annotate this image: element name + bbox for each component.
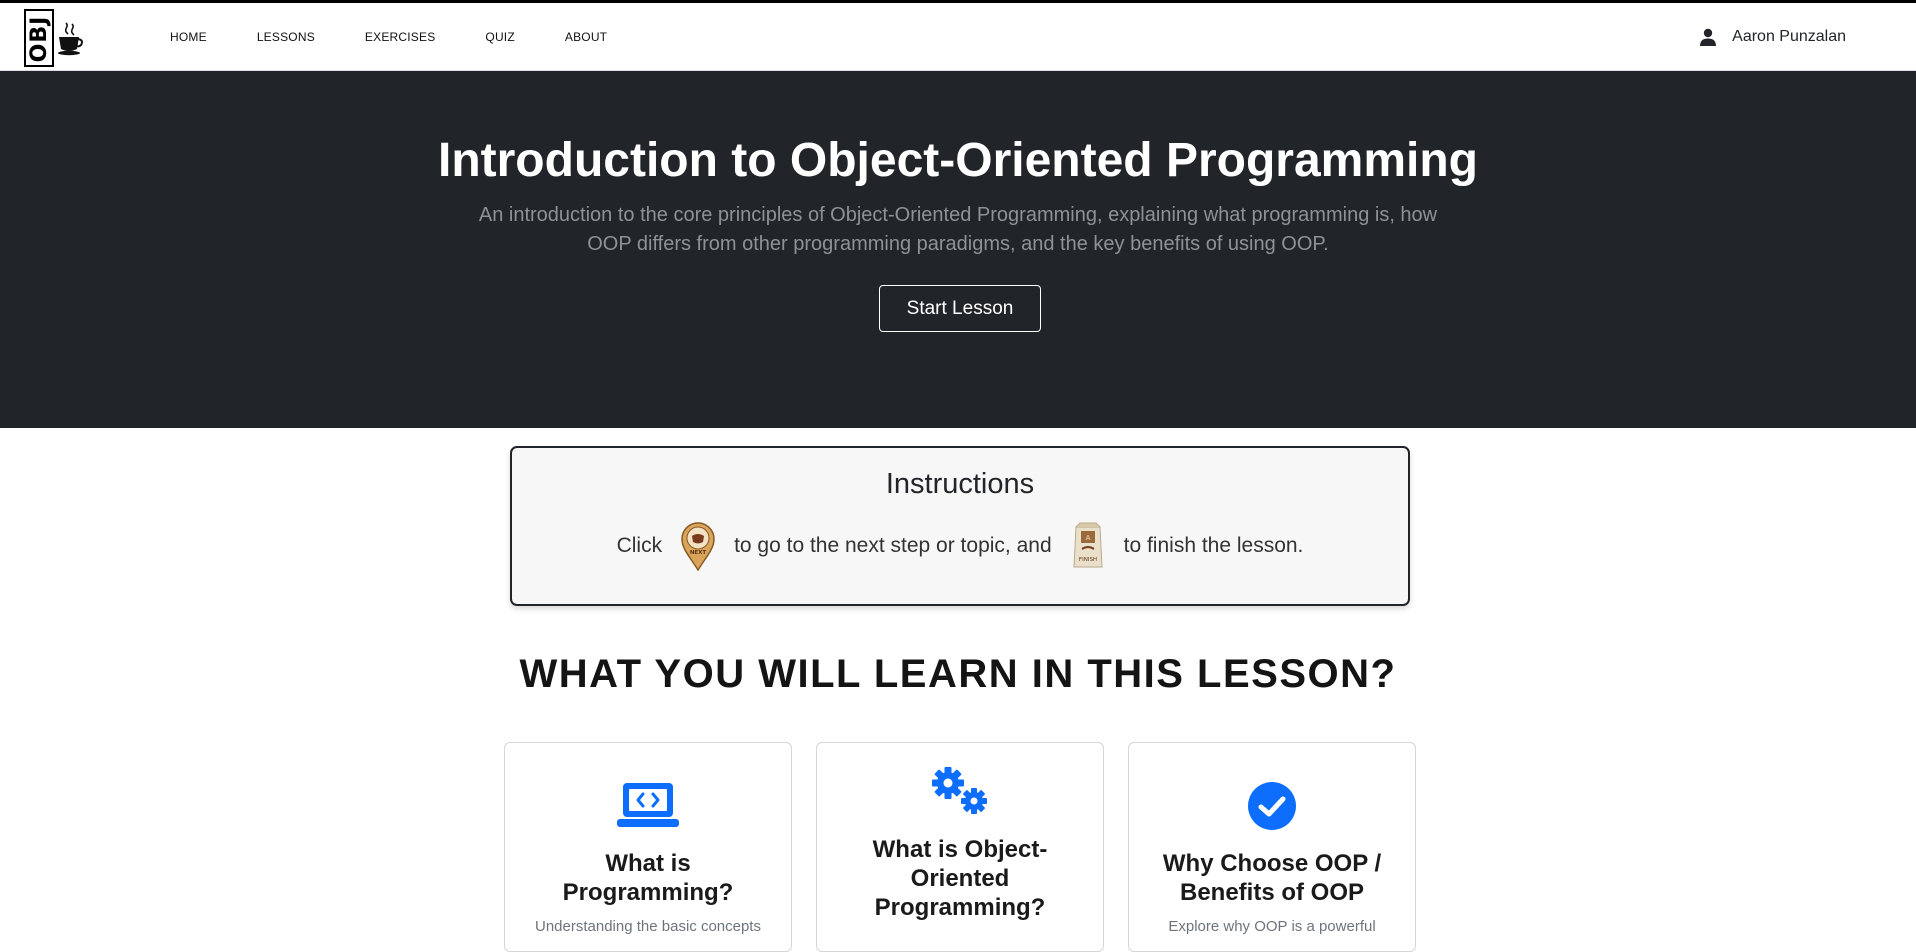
learn-card-oop[interactable]: What is Object-Oriented Programming? bbox=[816, 742, 1104, 952]
nav-links: HOME LESSONS EXERCISES QUIZ ABOUT bbox=[170, 3, 657, 71]
logo[interactable]: OBJ bbox=[24, 7, 88, 69]
card-description: Understanding the basic concepts bbox=[535, 918, 761, 935]
navbar: OBJ HOME LESSONS EXERCISES QUIZ ABOUT Aa… bbox=[0, 3, 1916, 71]
instructions-text: Click NEXT to go to the next step or top… bbox=[512, 518, 1408, 574]
finish-icon-label: FINISH bbox=[1079, 557, 1097, 563]
card-title: What is Programming? bbox=[562, 850, 734, 906]
start-lesson-button[interactable]: Start Lesson bbox=[879, 285, 1041, 332]
svg-text:A: A bbox=[1085, 534, 1090, 542]
instructions-box: Instructions Click NEXT to go to the nex… bbox=[510, 446, 1410, 606]
nav-home[interactable]: HOME bbox=[170, 30, 207, 44]
instructions-part1: Click bbox=[616, 534, 663, 557]
gears-icon bbox=[817, 765, 1103, 817]
hero-subtitle: An introduction to the core principles o… bbox=[478, 204, 1438, 255]
hero: Introduction to Object-Oriented Programm… bbox=[0, 71, 1916, 428]
card-title: Why Choose OOP / Benefits of OOP bbox=[1162, 850, 1382, 906]
nav-lessons[interactable]: LESSONS bbox=[257, 30, 315, 44]
next-pin-icon: NEXT bbox=[681, 522, 715, 571]
nav-quiz[interactable]: QUIZ bbox=[485, 30, 514, 44]
logo-box: OBJ bbox=[24, 9, 54, 67]
user-menu[interactable]: Aaron Punzalan bbox=[1700, 3, 1846, 71]
instructions-part3: to finish the lesson. bbox=[1123, 534, 1304, 557]
learn-section-title: WHAT YOU WILL LEARN IN THIS LESSON? bbox=[519, 652, 1397, 696]
card-title: What is Object-Oriented Programming? bbox=[872, 836, 1048, 921]
learn-card-benefits[interactable]: Why Choose OOP / Benefits of OOP Explore… bbox=[1128, 742, 1416, 952]
coffee-cup-icon bbox=[58, 22, 83, 56]
finish-bag-icon: A FINISH bbox=[1073, 522, 1103, 568]
card-description: Explore why OOP is a powerful bbox=[1168, 918, 1376, 935]
user-icon bbox=[1700, 28, 1717, 46]
nav-exercises[interactable]: EXERCISES bbox=[365, 30, 436, 44]
next-icon-label: NEXT bbox=[690, 550, 707, 556]
laptop-code-icon bbox=[505, 781, 791, 829]
page-title: Introduction to Object-Oriented Programm… bbox=[437, 134, 1478, 187]
check-circle-icon bbox=[1129, 781, 1415, 831]
logo-text: OBJ bbox=[27, 15, 52, 63]
nav-about[interactable]: ABOUT bbox=[565, 30, 607, 44]
learn-card-programming[interactable]: What is Programming? Understanding the b… bbox=[504, 742, 792, 952]
instructions-part2: to go to the next step or topic, and bbox=[734, 534, 1052, 557]
instructions-title: Instructions bbox=[885, 468, 1035, 500]
user-name: Aaron Punzalan bbox=[1732, 28, 1846, 45]
